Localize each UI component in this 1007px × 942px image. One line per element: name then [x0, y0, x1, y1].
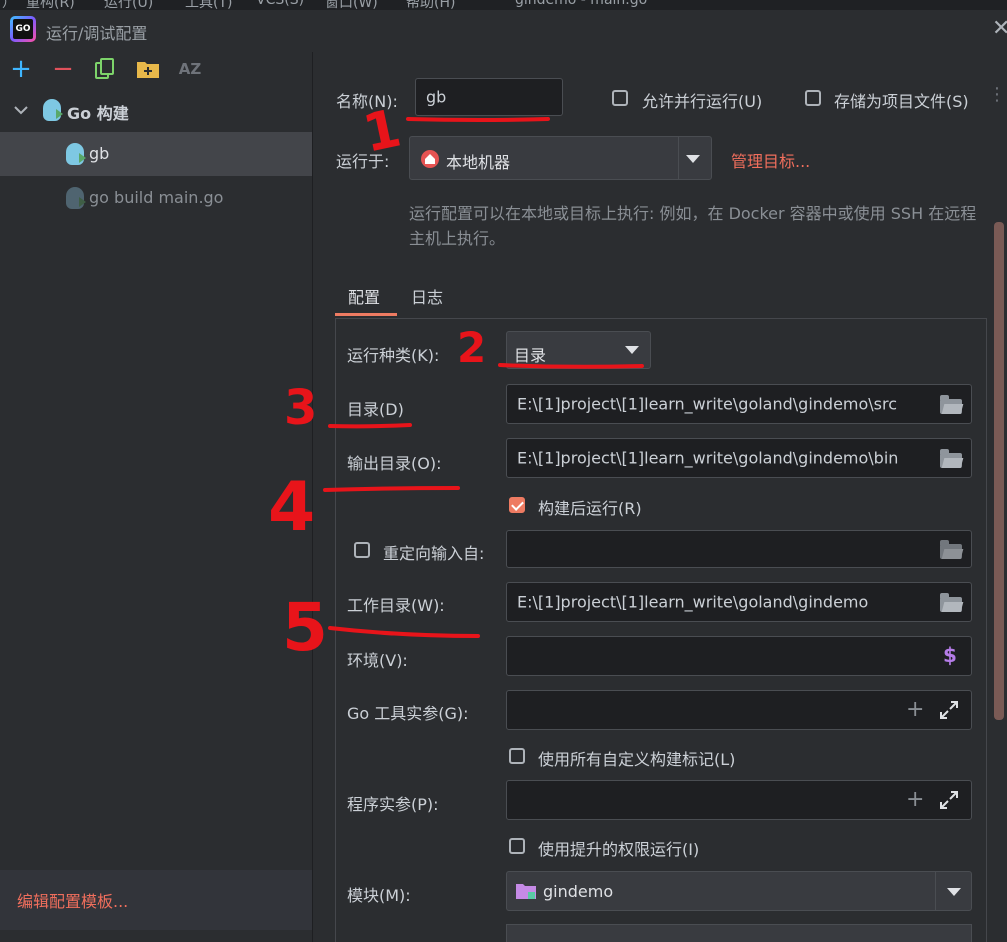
combo-separator [678, 137, 679, 179]
menu-item-tools[interactable]: 工具(T) [185, 0, 232, 10]
allow-parallel-label: 允许并行运行(U) [642, 92, 763, 111]
expand-icon[interactable] [939, 700, 959, 720]
go-build-icon [66, 143, 86, 165]
menu-item-window[interactable]: 窗口(W) [325, 0, 378, 10]
name-label: 名称(N): [336, 92, 398, 111]
env-variables-icon[interactable]: $ [943, 643, 957, 667]
menu-item-vcs[interactable]: VCS(S) [256, 0, 304, 8]
run-on-select[interactable]: 本地机器 [409, 136, 712, 180]
menu-strip: ） 重构(R) 运行(U) 工具(T) VCS(S) 窗口(W) 帮助(H) g… [0, 0, 1007, 10]
go-build-icon [66, 187, 86, 209]
store-as-project-checkbox[interactable] [805, 90, 821, 106]
window-title: 运行/调试配置 [46, 24, 148, 43]
directory-input[interactable]: E:\[1]project\[1]learn_write\goland\gind… [506, 384, 972, 424]
run-target-hint-line1: 运行配置可以在本地或目标上执行: 例如，在 Docker 容器中或使用 SSH … [409, 204, 977, 223]
run-kind-label: 运行种类(K): [347, 346, 440, 365]
dropdown-arrow-icon[interactable] [686, 155, 700, 163]
folder-icon[interactable] [940, 540, 962, 559]
active-tab-indicator [335, 313, 397, 316]
project-title: gindemo - main.go [515, 0, 648, 8]
remove-config-button[interactable]: − [48, 52, 78, 86]
run-kind-select[interactable]: 目录 [506, 331, 651, 369]
folder-add-icon [137, 62, 159, 78]
allow-parallel-checkbox[interactable] [612, 90, 628, 106]
run-after-build-checkbox[interactable] [509, 497, 525, 513]
home-icon [421, 150, 439, 168]
menu-item-refactor[interactable]: 重构(R) [26, 0, 75, 10]
module-select[interactable]: gindemo [506, 871, 972, 911]
add-icon[interactable]: + [906, 697, 924, 722]
tab-logs[interactable]: 日志 [411, 284, 443, 308]
copy-config-button[interactable] [90, 52, 120, 86]
menu-item-help[interactable]: 帮助(H) [406, 0, 455, 10]
program-args-label: 程序实参(P): [347, 795, 439, 814]
tree-item-label: go build main.go [89, 188, 224, 207]
chevron-down-icon[interactable] [13, 104, 29, 116]
go-tool-args-input[interactable]: + [506, 690, 972, 730]
goland-logo-icon: GO [10, 16, 36, 42]
tree-item-gb[interactable]: gb [0, 132, 312, 176]
module-folder-icon [516, 884, 536, 899]
run-kind-value: 目录 [514, 346, 547, 365]
manage-targets-link[interactable]: 管理目标... [731, 148, 810, 172]
folder-icon[interactable] [940, 593, 962, 612]
dropdown-arrow-icon[interactable] [947, 888, 961, 896]
add-config-button[interactable]: + [6, 52, 36, 86]
run-on-label: 运行于: [336, 152, 390, 171]
tree-item-label: gb [89, 144, 110, 163]
tree-group-label: Go 构建 [67, 104, 129, 123]
go-build-icon [43, 99, 63, 121]
next-row-field[interactable] [506, 924, 972, 942]
dropdown-arrow-icon[interactable] [625, 346, 639, 354]
sort-button[interactable]: AZ [175, 52, 205, 86]
module-label: 模块(M): [347, 886, 411, 905]
run-target-hint-line2: 主机上执行。 [409, 229, 506, 248]
tree-toolbar: + − AZ [0, 52, 312, 90]
run-on-value: 本地机器 [446, 153, 511, 172]
module-value: gindemo [543, 882, 614, 901]
close-icon[interactable]: ✕ [992, 16, 1007, 41]
more-options-icon[interactable]: ⋮ [988, 84, 1006, 105]
combo-separator [935, 872, 936, 910]
environment-label: 环境(V): [347, 651, 408, 670]
redirect-input-checkbox[interactable] [354, 542, 370, 558]
working-dir-label: 工作目录(W): [347, 596, 445, 615]
tab-config[interactable]: 配置 [348, 284, 380, 308]
pane-divider[interactable] [312, 52, 313, 942]
edit-templates-link[interactable]: 编辑配置模板... [0, 870, 312, 930]
folder-icon[interactable] [940, 395, 962, 414]
redirect-input-field[interactable] [506, 530, 972, 568]
menu-item[interactable]: ） [2, 0, 16, 10]
output-dir-input[interactable]: E:\[1]project\[1]learn_write\goland\gind… [506, 438, 972, 478]
elevated-privileges-checkbox[interactable] [509, 838, 525, 854]
folder-icon[interactable] [940, 449, 962, 468]
name-input[interactable]: gb [415, 78, 563, 116]
elevated-privileges-label: 使用提升的权限运行(I) [538, 840, 700, 859]
output-dir-label: 输出目录(O): [347, 454, 442, 473]
tree-item-go-build-main[interactable]: go build main.go [0, 176, 312, 220]
expand-icon[interactable] [939, 790, 959, 810]
program-args-input[interactable]: + [506, 780, 972, 820]
working-dir-input[interactable]: E:\[1]project\[1]learn_write\goland\gind… [506, 582, 972, 622]
redirect-input-label: 重定向输入自: [383, 544, 485, 563]
run-after-build-label: 构建后运行(R) [538, 499, 642, 518]
directory-label: 目录(D) [347, 400, 404, 419]
menu-item-run[interactable]: 运行(U) [104, 0, 153, 10]
go-tool-args-label: Go 工具实参(G): [347, 704, 469, 723]
store-as-project-label: 存储为项目文件(S) [834, 92, 969, 111]
scrollbar[interactable] [994, 222, 1004, 720]
title-bar [0, 10, 1007, 52]
environment-input[interactable]: $ [506, 636, 972, 676]
add-icon[interactable]: + [906, 787, 924, 812]
add-folder-button[interactable] [133, 52, 163, 86]
tree-group-go-build[interactable]: Go 构建 [0, 90, 312, 132]
custom-build-tags-label: 使用所有自定义构建标记(L) [538, 750, 736, 769]
copy-icon [95, 58, 114, 79]
custom-build-tags-checkbox[interactable] [509, 748, 525, 764]
